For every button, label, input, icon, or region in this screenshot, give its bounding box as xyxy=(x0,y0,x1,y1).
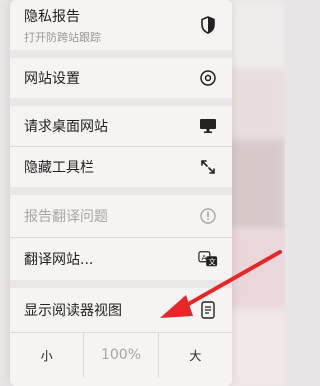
annotation-arrow xyxy=(160,250,282,318)
